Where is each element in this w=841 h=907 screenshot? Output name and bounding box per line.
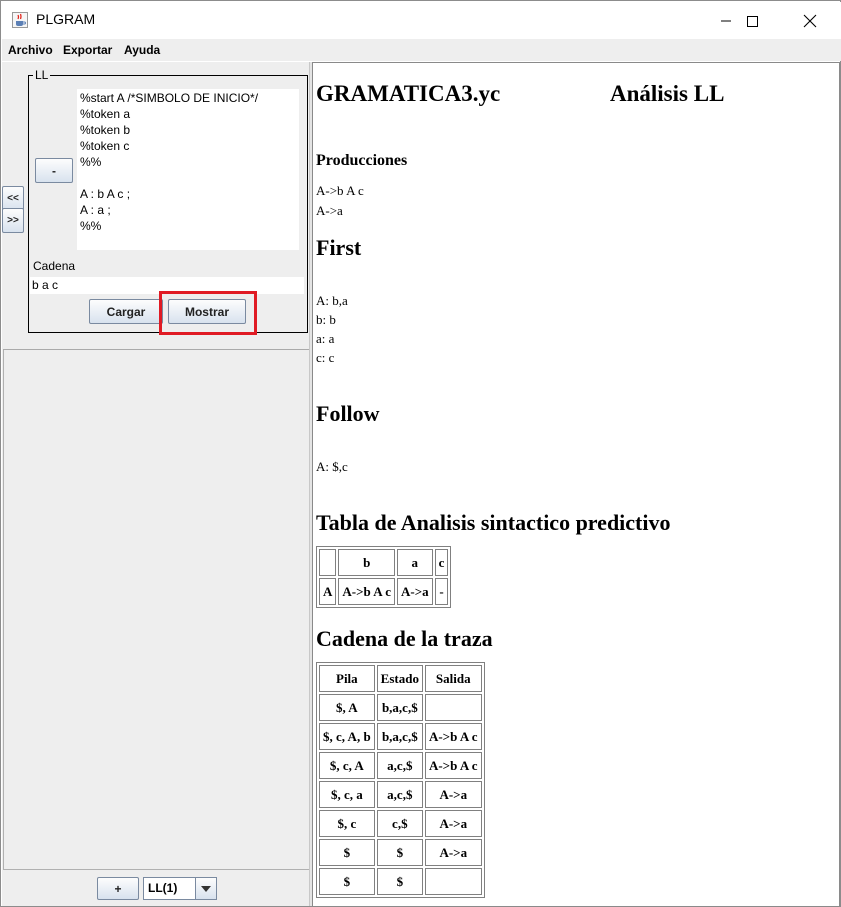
grammar-line: %token b	[80, 123, 131, 137]
table-cell: Pila	[319, 665, 375, 692]
first-line: b: b	[316, 312, 336, 327]
report-analysis-title: Análisis LL	[610, 81, 725, 106]
follow-line: A: $,c	[316, 459, 348, 474]
grammar-line: %token a	[80, 107, 131, 121]
parse-table: b a c A A->b A c A->a -	[316, 546, 452, 608]
title-bar: PLGRAM	[2, 2, 841, 39]
table-row: $ $	[319, 868, 482, 895]
application-window: PLGRAM Archivo Exportar Ayuda LL %start …	[0, 0, 841, 907]
table-cell: c,$	[376, 810, 423, 837]
grammar-line	[77, 170, 299, 186]
table-cell: A->b A c	[338, 578, 395, 605]
table-cell: a,c,$	[376, 752, 423, 779]
table-cell: A->a	[424, 781, 482, 808]
table-cell: c	[434, 549, 449, 576]
follow-title: Follow	[316, 401, 380, 426]
table-cell: $, c, a	[319, 781, 375, 808]
table-row: A A->b A c A->a -	[319, 578, 449, 605]
table-cell: Salida	[424, 665, 482, 692]
table-row: $, c, A a,c,$ A->b A c	[319, 752, 482, 779]
table-cell: $, c, A, b	[319, 723, 375, 750]
table-cell: a	[396, 549, 433, 576]
table-row: $, c, a a,c,$ A->a	[319, 781, 482, 808]
table-row: $, c c,$ A->a	[319, 810, 482, 837]
table-cell: A->b A c	[424, 752, 482, 779]
add-button[interactable]: +	[97, 877, 139, 900]
first-line: A: b,a	[316, 293, 348, 308]
table-cell: $	[376, 839, 423, 866]
grammar-line: %%	[80, 155, 102, 169]
window-title: PLGRAM	[36, 11, 96, 27]
grammar-line: %%	[80, 219, 102, 233]
ll-group-title: LL	[33, 68, 51, 82]
java-coffee-icon	[12, 12, 28, 28]
cadena-label: Cadena	[33, 259, 76, 273]
cargar-button[interactable]: Cargar	[89, 299, 163, 324]
table-header-row: Pila Estado Salida	[319, 665, 482, 692]
first-line: a: a	[316, 331, 335, 346]
close-button[interactable]	[787, 2, 833, 39]
chevron-down-icon	[201, 885, 211, 892]
maximize-button[interactable]	[729, 2, 775, 39]
table-cell: $	[376, 868, 423, 895]
table-cell: A->b A c	[424, 723, 482, 750]
trace-table: Pila Estado Salida $, A b,a,c,$ $, c, A,…	[316, 662, 485, 898]
grammar-line: %start A /*SIMBOLO DE INICIO*/	[80, 91, 259, 105]
report-file-name: GRAMATICA3.yc	[316, 81, 501, 106]
table-cell: $, c, A	[319, 752, 375, 779]
table-row: $, c, A, b b,a,c,$ A->b A c	[319, 723, 482, 750]
dropdown-button[interactable]	[195, 878, 216, 899]
analysis-type-select[interactable]: LL(1)	[143, 877, 217, 900]
traza-title: Cadena de la traza	[316, 626, 493, 651]
grammar-line: A : b A c ;	[80, 187, 131, 201]
table-cell: b	[338, 549, 395, 576]
table-cell: $, c	[319, 810, 375, 837]
table-cell: -	[434, 578, 449, 605]
report-pane: GRAMATICA3.yc Análisis LL Producciones A…	[312, 62, 840, 907]
maximize-icon	[747, 15, 758, 27]
table-cell: A	[319, 578, 337, 605]
close-icon	[803, 14, 817, 27]
producciones-title: Producciones	[316, 152, 408, 169]
table-cell: $, A	[319, 694, 375, 721]
first-line: c: c	[316, 350, 335, 365]
first-title: First	[316, 235, 362, 260]
table-cell: Estado	[376, 665, 423, 692]
analysis-type-value: LL(1)	[148, 881, 178, 895]
table-cell	[424, 694, 482, 721]
grammar-editor[interactable]: %start A /*SIMBOLO DE INICIO*/ %token a …	[77, 89, 299, 250]
menu-archivo[interactable]: Archivo	[8, 43, 53, 57]
table-row: $, A b,a,c,$	[319, 694, 482, 721]
tabla-title: Tabla de Analisis sintactico predictivo	[316, 510, 671, 535]
table-header-row: b a c	[319, 549, 449, 576]
menu-bar: Archivo Exportar Ayuda	[2, 39, 841, 61]
grammar-line: A : a ;	[80, 203, 111, 217]
produccion-line: A->b A c	[316, 183, 364, 198]
table-cell: A->a	[424, 839, 482, 866]
table-cell: b,a,c,$	[376, 723, 423, 750]
table-cell: A->a	[396, 578, 433, 605]
table-cell: A->a	[424, 810, 482, 837]
left-lower-area	[3, 350, 310, 870]
highlight-box	[159, 291, 257, 335]
table-row: $ $ A->a	[319, 839, 482, 866]
table-cell: $	[319, 839, 375, 866]
left-panel: LL %start A /*SIMBOLO DE INICIO*/ %token…	[2, 62, 310, 906]
collapse-button[interactable]: -	[35, 158, 73, 183]
grammar-line: %token c	[80, 139, 130, 153]
produccion-line: A->a	[316, 203, 343, 218]
table-cell: $	[319, 868, 375, 895]
menu-exportar[interactable]: Exportar	[63, 43, 112, 57]
table-cell: a,c,$	[376, 781, 423, 808]
nav-right-button[interactable]: >>	[2, 208, 24, 233]
table-cell	[319, 549, 337, 576]
menu-ayuda[interactable]: Ayuda	[124, 43, 160, 57]
table-cell	[424, 868, 482, 895]
table-cell: b,a,c,$	[376, 694, 423, 721]
